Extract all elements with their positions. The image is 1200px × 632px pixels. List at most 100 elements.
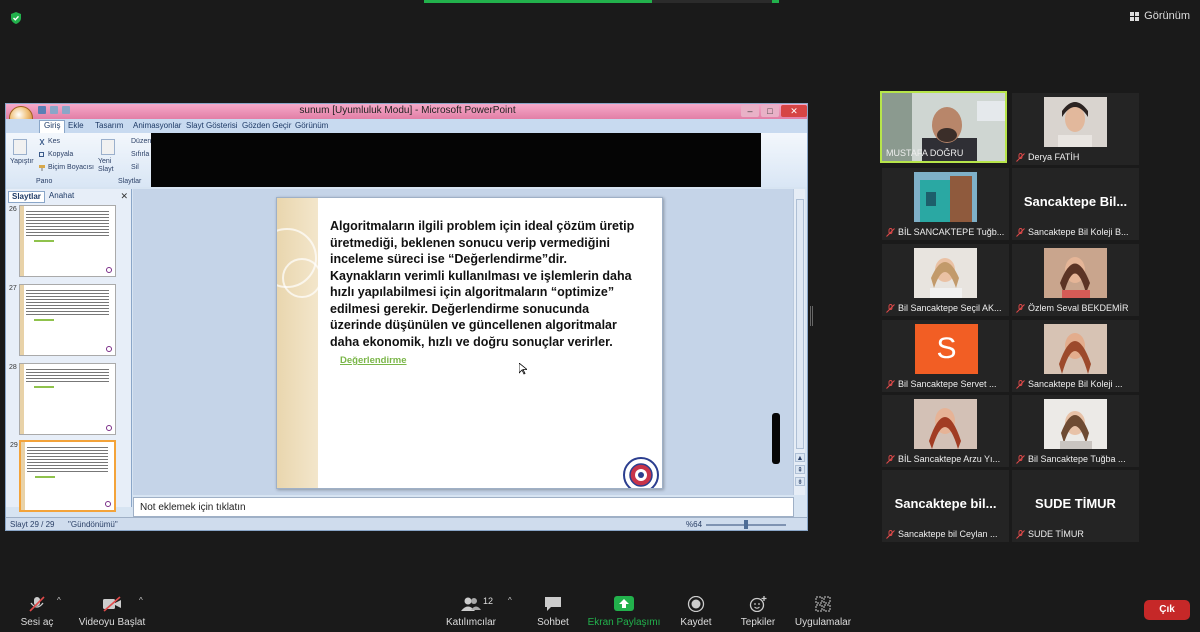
cut-icon[interactable] bbox=[39, 139, 45, 145]
muted-mic-icon bbox=[886, 227, 895, 237]
slide-link[interactable]: Değerlendirme bbox=[340, 355, 407, 366]
status-slide-number: Slayt 29 / 29 bbox=[10, 520, 55, 529]
participant-photo bbox=[1044, 399, 1107, 449]
muted-mic-icon bbox=[886, 379, 895, 389]
tab-insert[interactable]: Ekle bbox=[68, 121, 84, 130]
layout-label[interactable]: Düzen bbox=[131, 138, 151, 145]
delete-label[interactable]: Sil bbox=[131, 164, 139, 171]
share-screen-icon bbox=[614, 596, 634, 611]
participants-button[interactable]: 12 Katılımcılar bbox=[444, 588, 498, 632]
participant-name: Sancaktepe bil Ceylan ... bbox=[886, 529, 998, 539]
slide-thumbnail[interactable]: 28 bbox=[9, 363, 116, 435]
next-slide-icon[interactable]: ⇟ bbox=[795, 477, 805, 486]
chat-label: Sohbet bbox=[537, 617, 569, 628]
apps-button[interactable]: Uygulamalar bbox=[793, 588, 853, 632]
save-icon[interactable] bbox=[38, 106, 46, 114]
panel-close-icon[interactable]: ✕ bbox=[120, 191, 128, 202]
participant-tile[interactable]: Bil Sancaktepe Tuğba ... bbox=[1012, 395, 1139, 467]
participant-name: Sancaktepe Bil Koleji ... bbox=[1016, 379, 1123, 389]
panel-tab-slides[interactable]: Slaytlar bbox=[8, 191, 45, 203]
start-video-label: Videoyu Başlat bbox=[78, 617, 146, 628]
muted-mic-icon bbox=[886, 529, 895, 539]
format-painter-label[interactable]: Biçim Boyacısı bbox=[48, 164, 94, 171]
chat-button[interactable]: Sohbet bbox=[533, 588, 573, 632]
muted-mic-icon bbox=[1016, 303, 1025, 313]
leave-meeting-button[interactable]: Çık bbox=[1144, 600, 1190, 620]
notes-pane[interactable]: Not eklemek için tıklatın bbox=[133, 497, 794, 517]
current-slide[interactable]: Algoritmaların ilgili problem için ideal… bbox=[276, 197, 663, 489]
participant-tile[interactable]: BİL Sancaktepe Arzu Yı... bbox=[882, 395, 1009, 467]
thumbnail-number: 29 bbox=[10, 442, 18, 449]
redo-icon[interactable] bbox=[62, 106, 70, 114]
prev-slide-icon[interactable]: ⇞ bbox=[795, 465, 805, 474]
tab-animations[interactable]: Animasyonlar bbox=[133, 121, 181, 130]
ppt-title-bar: sunum [Uyumluluk Modu] - Microsoft Power… bbox=[6, 104, 807, 119]
participant-tile[interactable]: BİL SANCAKTEPE Tuğb... bbox=[882, 168, 1009, 240]
participant-tile[interactable]: S Bil Sancaktepe Servet ... bbox=[882, 320, 1009, 392]
participant-name: SUDE TİMUR bbox=[1016, 529, 1084, 539]
participants-icon bbox=[461, 597, 481, 611]
shared-powerpoint-window: sunum [Uyumluluk Modu] - Microsoft Power… bbox=[5, 103, 808, 531]
grid-view-icon bbox=[1130, 11, 1140, 21]
participant-tile-active-speaker[interactable]: MUSTAFA DOĞRU bbox=[880, 91, 1007, 163]
apps-label: Uygulamalar bbox=[794, 617, 852, 628]
copy-label[interactable]: Kopyala bbox=[48, 151, 73, 158]
format-painter-icon[interactable] bbox=[39, 165, 45, 171]
scroll-up-icon[interactable]: ▲ bbox=[795, 453, 805, 462]
status-theme: "Gündönümü" bbox=[68, 520, 118, 529]
participants-options-chevron-icon[interactable]: ^ bbox=[508, 596, 512, 605]
security-shield-icon[interactable] bbox=[9, 11, 23, 25]
participant-tile[interactable]: Derya FATİH bbox=[1012, 93, 1139, 165]
notes-placeholder: Not eklemek için tıklatın bbox=[140, 502, 246, 513]
paste-icon[interactable] bbox=[13, 139, 27, 155]
unmute-button[interactable]: Sesi aç bbox=[12, 588, 62, 632]
tab-view[interactable]: Görünüm bbox=[295, 121, 328, 130]
clipboard-group-label: Pano bbox=[36, 178, 53, 185]
participant-tile[interactable]: Sancaktepe bil... Sancaktepe bil Ceylan … bbox=[882, 470, 1009, 542]
ribbon-home: Yapıştır Kes Kopyala Biçim Boyacısı Pano… bbox=[6, 133, 151, 187]
zoom-level[interactable]: %64 bbox=[686, 520, 702, 529]
tab-slideshow[interactable]: Slayt Gösterisi bbox=[186, 121, 238, 130]
slide-thumbnail[interactable]: 26 bbox=[9, 205, 116, 277]
reset-label[interactable]: Sıfırla bbox=[131, 151, 149, 158]
new-slide-label[interactable]: Yeni Slayt bbox=[98, 158, 116, 174]
start-video-button[interactable]: Videoyu Başlat bbox=[76, 588, 148, 632]
participant-tile[interactable]: Sancaktepe Bil... Sancaktepe Bil Koleji … bbox=[1012, 168, 1139, 240]
panel-tab-outline[interactable]: Anahat bbox=[49, 191, 74, 203]
audio-options-chevron-icon[interactable]: ^ bbox=[57, 596, 61, 605]
muted-mic-icon bbox=[1016, 227, 1025, 237]
minimize-icon[interactable]: – bbox=[741, 105, 759, 117]
slide-thumbnail[interactable]: 27 bbox=[9, 284, 116, 356]
vertical-scrollbar[interactable]: ▲ ⇞ ⇟ bbox=[793, 189, 805, 495]
zoom-slider[interactable] bbox=[706, 520, 786, 529]
reactions-button[interactable]: Tepkiler bbox=[737, 588, 779, 632]
undo-icon[interactable] bbox=[50, 106, 58, 114]
participant-tile[interactable]: Sancaktepe Bil Koleji ... bbox=[1012, 320, 1139, 392]
participant-display-name: SUDE TİMUR bbox=[1035, 496, 1116, 511]
quick-access-toolbar bbox=[38, 106, 70, 114]
record-icon bbox=[687, 596, 705, 612]
share-screen-button[interactable]: Ekran Paylaşımı bbox=[586, 588, 662, 632]
tab-home[interactable]: Giriş bbox=[39, 120, 66, 133]
participant-tile[interactable]: Bil Sancaktepe Seçil AK... bbox=[882, 244, 1009, 316]
record-button[interactable]: Kaydet bbox=[676, 588, 716, 632]
copy-icon[interactable] bbox=[39, 152, 45, 158]
ribbon-tabs: Giriş Ekle Tasarım Animasyonlar Slayt Gö… bbox=[6, 119, 807, 133]
participants-label: Katılımcılar bbox=[445, 617, 496, 628]
participant-tile[interactable]: Özlem Seval BEKDEMİR bbox=[1012, 244, 1139, 316]
slide-thumbnail-selected[interactable]: 29 bbox=[10, 440, 116, 512]
view-button[interactable]: Görünüm bbox=[1130, 10, 1190, 22]
participant-photo bbox=[914, 399, 977, 449]
maximize-icon[interactable]: □ bbox=[761, 105, 779, 117]
tab-review[interactable]: Gözden Geçir bbox=[242, 121, 291, 130]
cut-label[interactable]: Kes bbox=[48, 138, 60, 145]
new-slide-icon[interactable] bbox=[101, 139, 115, 155]
panel-splitter[interactable] bbox=[810, 306, 813, 326]
participant-tile[interactable]: SUDE TİMUR SUDE TİMUR bbox=[1012, 470, 1139, 542]
close-icon[interactable]: ✕ bbox=[781, 105, 807, 117]
ribbon-right bbox=[761, 133, 807, 187]
tab-design[interactable]: Tasarım bbox=[95, 121, 123, 130]
ppt-title: sunum [Uyumluluk Modu] - Microsoft Power… bbox=[299, 105, 516, 116]
paste-label[interactable]: Yapıştır bbox=[10, 158, 34, 165]
video-options-chevron-icon[interactable]: ^ bbox=[139, 596, 143, 605]
